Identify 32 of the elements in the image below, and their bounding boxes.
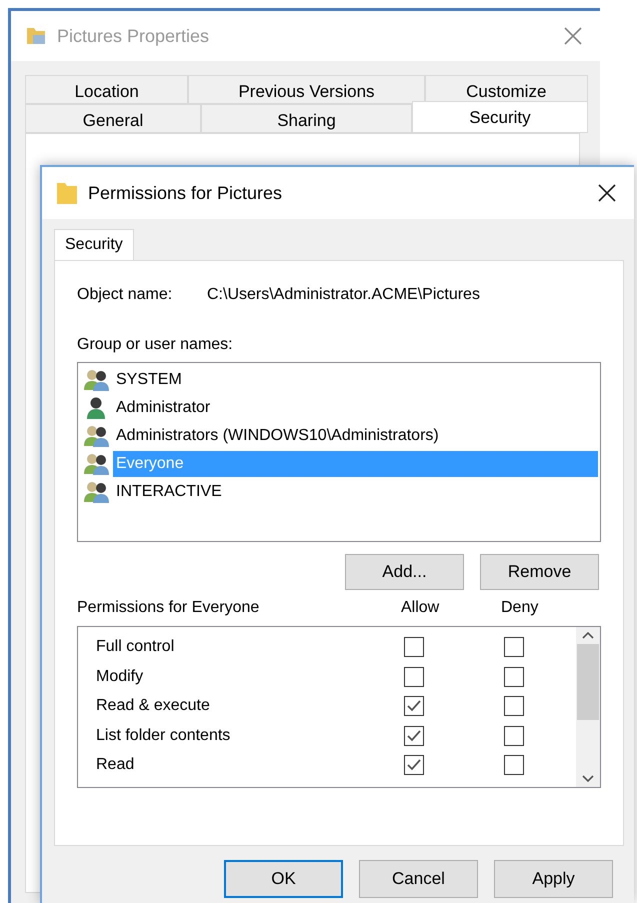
- tab[interactable]: Security: [412, 101, 588, 133]
- permission-name: Full control: [95, 637, 176, 658]
- permission-name: Read: [95, 755, 136, 776]
- dialog-button[interactable]: Cancel: [359, 860, 478, 898]
- dialog-button[interactable]: OK: [224, 860, 343, 898]
- user-name: SYSTEM: [115, 370, 183, 390]
- column-header: Deny: [501, 598, 540, 618]
- dialog-title: Permissions for Pictures: [88, 182, 282, 204]
- user-list-item[interactable]: INTERACTIVE: [80, 478, 598, 506]
- tab[interactable]: Sharing: [201, 104, 412, 133]
- user-list-item[interactable]: SYSTEM: [80, 366, 598, 394]
- user-name: INTERACTIVE: [115, 482, 223, 502]
- action-button[interactable]: Add...: [345, 554, 464, 590]
- window-title: Pictures Properties: [57, 24, 210, 48]
- permission-name: Modify: [95, 666, 144, 687]
- column-header: Allow: [401, 598, 440, 618]
- tab[interactable]: Security: [54, 229, 134, 260]
- user-list-item[interactable]: Administrators (WINDOWS10\Administrators): [80, 422, 598, 450]
- permissions-label: Permissions for Everyone: [77, 598, 260, 618]
- permission-name: List folder contents: [95, 726, 232, 746]
- tab[interactable]: General: [25, 104, 202, 133]
- action-button[interactable]: Remove: [480, 554, 599, 590]
- object-name-label: Object name:: [77, 285, 174, 305]
- permission-name: Read & execute: [95, 696, 211, 716]
- tab[interactable]: Location: [25, 75, 188, 104]
- object-path: C:\Users\Administrator.ACME\Pictures: [207, 285, 480, 305]
- user-name: Administrator: [115, 398, 212, 418]
- dialog-button[interactable]: Apply: [494, 860, 613, 898]
- group-label: Group or user names:: [77, 336, 233, 353]
- user-list-item[interactable]: Administrator: [80, 394, 598, 422]
- tab[interactable]: Previous Versions: [188, 75, 425, 104]
- user-name: Administrators (WINDOWS10\Administrators): [115, 426, 440, 446]
